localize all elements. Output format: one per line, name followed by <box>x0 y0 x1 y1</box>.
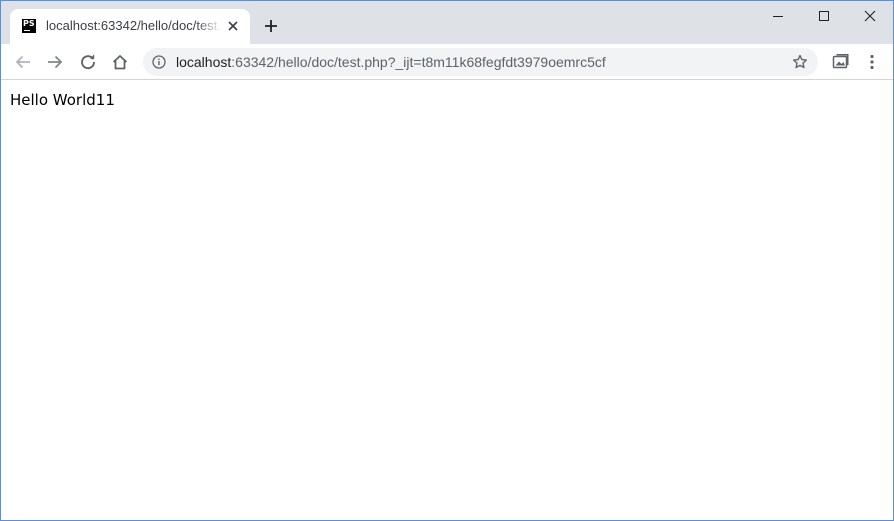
tab-title: localhost:63342/hello/doc/test.php?_ijt=… <box>46 18 222 33</box>
bookmark-star-icon[interactable] <box>791 53 809 71</box>
browser-window: PS localhost:63342/hello/doc/test.php?_i… <box>0 0 894 521</box>
new-tab-plus-icon[interactable] <box>260 15 282 37</box>
maximize-icon[interactable] <box>801 1 847 31</box>
back-arrow-icon[interactable] <box>11 50 35 74</box>
image-extension-icon[interactable] <box>829 50 853 74</box>
window-controls <box>755 1 893 31</box>
phpstorm-favicon-icon: PS <box>22 19 36 33</box>
home-icon[interactable] <box>108 50 132 74</box>
minimize-icon[interactable] <box>755 1 801 31</box>
address-bar[interactable]: localhost:63342/hello/doc/test.php?_ijt=… <box>143 48 818 76</box>
url-path: :63342/hello/doc/test.php?_ijt=t8m11k68f… <box>231 54 606 70</box>
reload-icon[interactable] <box>76 50 100 74</box>
close-tab-icon[interactable] <box>225 18 241 34</box>
tab-strip: PS localhost:63342/hello/doc/test.php?_i… <box>1 1 893 44</box>
close-window-icon[interactable] <box>847 1 893 31</box>
browser-toolbar: localhost:63342/hello/doc/test.php?_ijt=… <box>1 44 893 80</box>
url-text[interactable]: localhost:63342/hello/doc/test.php?_ijt=… <box>176 54 606 70</box>
browser-tab[interactable]: PS localhost:63342/hello/doc/test.php?_i… <box>10 9 250 44</box>
page-content: Hello World11 <box>1 81 893 520</box>
kebab-menu-icon[interactable] <box>860 50 884 74</box>
url-host: localhost <box>176 54 232 70</box>
page-body-text: Hello World11 <box>10 91 115 109</box>
forward-arrow-icon[interactable] <box>43 50 67 74</box>
info-icon[interactable] <box>152 55 166 69</box>
